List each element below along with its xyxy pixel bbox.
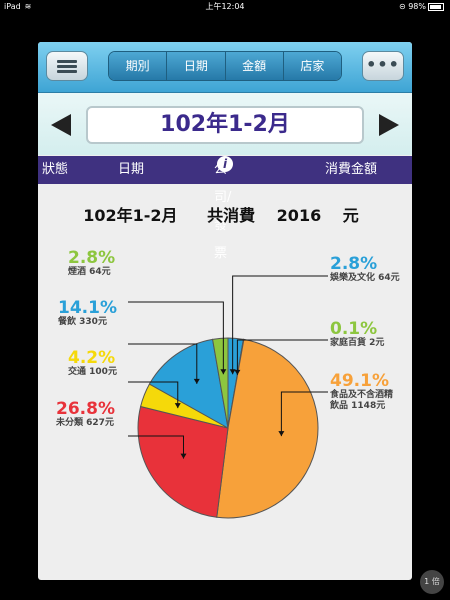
status-bar: iPad ≋ 上午12:04 ⊝ 98% (0, 0, 450, 13)
label-tobacco-pct: 2.8% (68, 248, 116, 268)
label-household-pct: 0.1% (330, 319, 378, 339)
label-transport-pct: 4.2% (68, 348, 116, 368)
label-food-name: 食品及不含酒精飲品 1148元 (330, 390, 394, 411)
period-selector: 102年1-2月 (38, 93, 412, 155)
period-title[interactable]: 102年1-2月 (86, 106, 364, 144)
next-period-arrow-icon[interactable] (379, 114, 399, 136)
col-amount[interactable]: 消費金額 (325, 156, 377, 184)
tab-store[interactable]: 店家 (283, 52, 341, 80)
label-food-pct: 49.1% (330, 371, 389, 391)
label-uncategorized: 26.8% 未分類 627元 (56, 400, 115, 429)
battery-icon (428, 2, 444, 11)
summary-total: 共消費 2016 元 (207, 206, 359, 225)
label-transport: 4.2% 交通 100元 (68, 349, 117, 378)
tab-period[interactable]: 期別 (109, 52, 168, 80)
label-dining-pct: 14.1% (58, 298, 117, 318)
label-entertainment: 2.8% 娛樂及文化 64元 (330, 255, 408, 284)
label-entertainment-pct: 2.8% (330, 254, 378, 274)
summary-line: 102年1-2月 共消費 2016 元 (38, 202, 412, 226)
tab-amount[interactable]: 金額 (225, 52, 284, 80)
label-uncategorized-name: 未分類 627元 (56, 418, 114, 428)
battery-status: ⊝ 98% (399, 0, 444, 13)
label-household-name: 家庭百貨 2元 (330, 338, 385, 348)
label-uncategorized-pct: 26.8% (56, 399, 115, 419)
tab-date[interactable]: 日期 (167, 52, 226, 80)
view-segmented-control: 期別 日期 金額 店家 (108, 51, 342, 81)
app-window: 期別 日期 金額 店家 ••• 102年1-2月 狀態 日期 公司/發票i 消費… (38, 42, 412, 580)
label-food: 49.1% 食品及不含酒精飲品 1148元 (330, 372, 394, 412)
column-header: 狀態 日期 公司/發票i 消費金額 (38, 156, 412, 261)
col-date[interactable]: 日期 (118, 156, 144, 184)
label-household: 0.1% 家庭百貨 2元 (330, 320, 408, 349)
clock: 上午12:04 (205, 2, 245, 11)
menu-button[interactable] (46, 51, 88, 81)
label-dining-name: 餐飲 330元 (58, 317, 107, 327)
summary-period: 102年1-2月 (83, 206, 178, 225)
more-button[interactable]: ••• (362, 51, 404, 81)
label-transport-name: 交通 100元 (68, 367, 117, 377)
info-icon[interactable]: i (217, 156, 233, 172)
top-toolbar: 期別 日期 金額 店家 ••• (38, 42, 412, 93)
zoom-button[interactable]: 1 倍 (420, 570, 444, 594)
label-entertainment-name: 娛樂及文化 64元 (330, 273, 400, 283)
lock-icon: ⊝ (398, 2, 406, 11)
label-tobacco-name: 煙酒 64元 (68, 267, 111, 277)
prev-period-arrow-icon[interactable] (51, 114, 71, 136)
label-tobacco: 2.8% 煙酒 64元 (68, 249, 115, 278)
col-status[interactable]: 狀態 (42, 156, 68, 184)
label-dining: 14.1% 餐飲 330元 (58, 299, 117, 328)
